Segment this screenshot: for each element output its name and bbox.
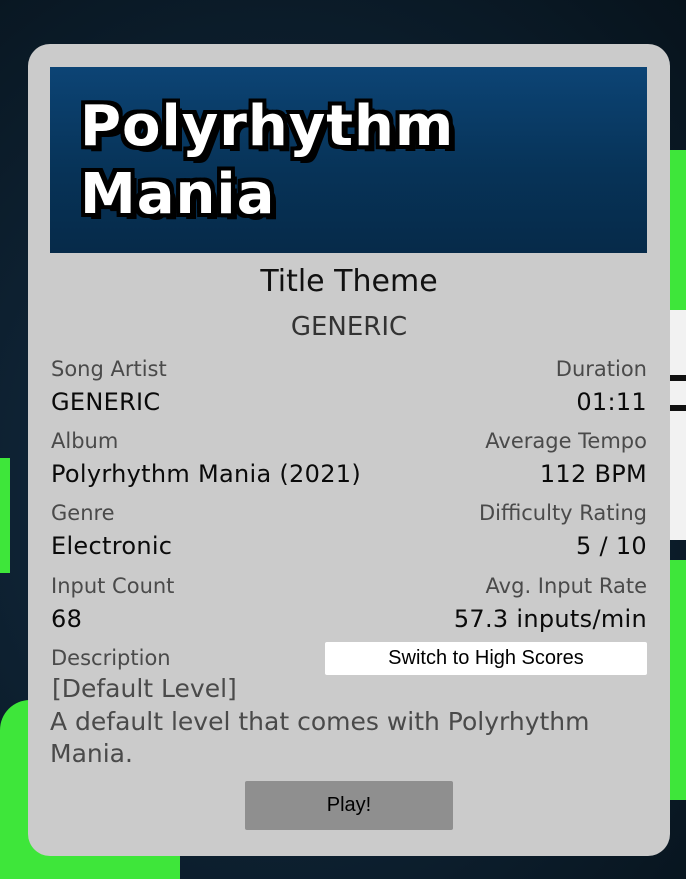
description-text: A default level that comes with Polyrhyt… [50,707,590,768]
genre-label: Genre [51,501,115,525]
switch-to-high-scores-button[interactable]: Switch to High Scores [325,642,647,675]
song-artist-label: Song Artist [51,357,167,381]
song-artist-value: GENERIC [51,388,161,416]
album-label: Album [51,429,119,453]
average-tempo-value: 112 BPM [539,460,647,488]
input-count-label: Input Count [51,574,175,598]
song-subtitle: GENERIC [290,312,408,342]
song-title: Title Theme [260,264,438,299]
banner-logo-line2: Mania [80,162,276,227]
level-info-card: Polyrhythm Mania Title Theme GENERIC Son… [28,44,670,856]
average-tempo-label: Average Tempo [485,429,647,453]
description-tag: [Default Level] [52,674,237,703]
duration-label: Duration [555,357,647,381]
duration-value: 01:11 [576,388,647,416]
difficulty-rating-value: 5 / 10 [576,532,647,560]
level-banner: Polyrhythm Mania [50,67,647,253]
description-label: Description [51,646,171,670]
album-value: Polyrhythm Mania (2021) [51,460,361,488]
background-green-block [0,458,10,573]
avg-input-rate-label: Avg. Input Rate [485,574,647,598]
banner-logo-line1: Polyrhythm [80,94,455,159]
input-count-value: 68 [51,605,83,633]
genre-value: Electronic [51,532,173,560]
background-dash [668,405,686,411]
background-dash [668,375,686,381]
play-button[interactable]: Play! [245,781,453,830]
difficulty-rating-label: Difficulty Rating [478,501,647,525]
avg-input-rate-value: 57.3 inputs/min [453,605,647,633]
